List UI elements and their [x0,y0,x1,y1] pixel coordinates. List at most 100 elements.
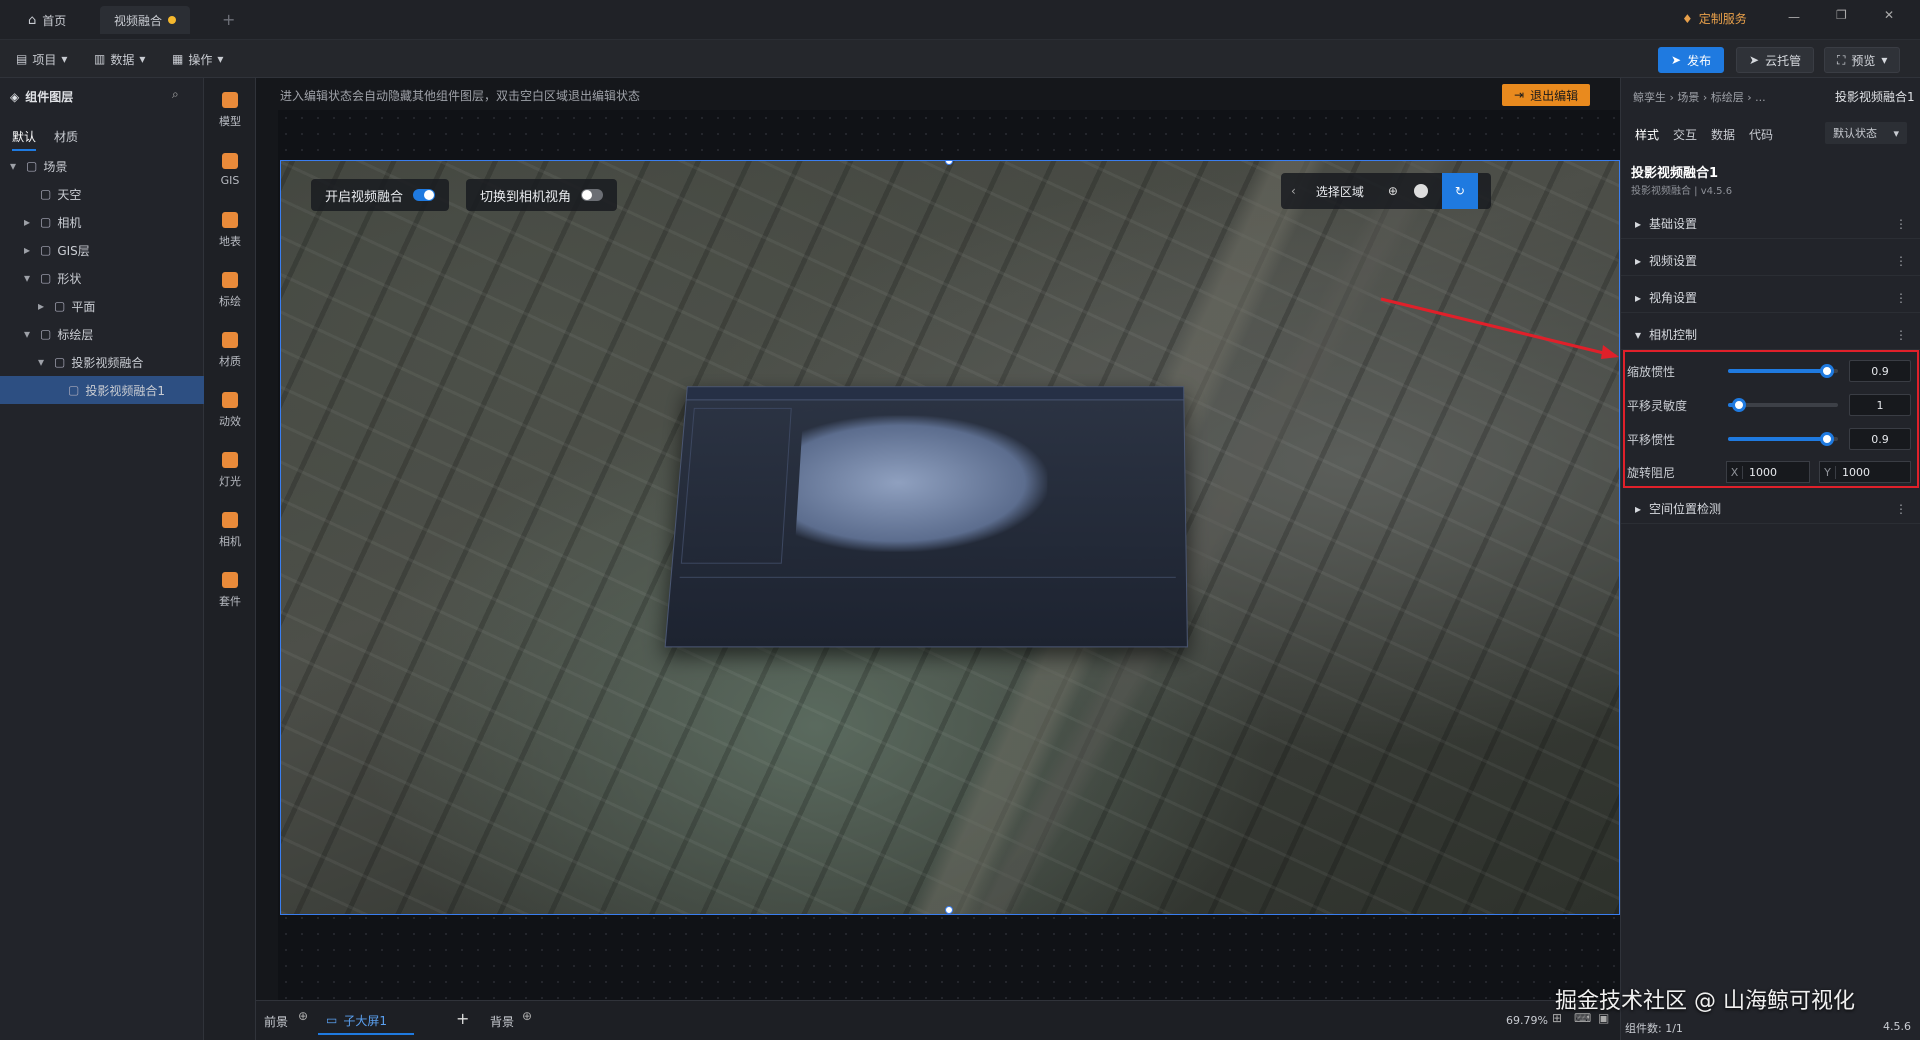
more-icon[interactable]: ⋮ [1895,254,1907,268]
more-icon[interactable]: ⋮ [1895,328,1907,342]
zoom-level: 69.79% [1506,1014,1548,1027]
component-category-2[interactable]: 地表 [204,200,256,260]
layer-tree-item[interactable]: ▾ ▢ 标绘层 [0,320,204,348]
expand-down-icon[interactable]: ▾ [10,159,20,173]
expand-right-icon[interactable]: ▸ [38,299,48,313]
rotate-damping-y-input[interactable]: Y 1000 [1819,461,1911,483]
component-category-8[interactable]: 套件 [204,560,256,620]
expand-down-icon[interactable]: ▾ [24,271,34,285]
section-camera-control[interactable]: ▾ 相机控制 ⋮ [1621,320,1920,350]
exit-edit-button[interactable]: ⇥ 退出编辑 [1502,84,1590,106]
cloud-host-button[interactable]: ➤ 云托管 [1736,47,1814,73]
section-spatial-detection[interactable]: ▸ 空间位置检测 ⋮ [1621,494,1920,524]
expand-right-icon[interactable]: ▸ [24,215,34,229]
close-icon[interactable]: ✕ [1884,8,1894,22]
component-category-0[interactable]: 模型 [204,80,256,140]
component-title: 投影视频融合1 [1631,162,1718,181]
chevron-down-icon: ▾ [217,52,223,66]
folder-icon: ▢ [40,187,51,201]
section-view[interactable]: ▸ 视角设置 ⋮ [1621,283,1920,313]
zoom-inertia-input[interactable]: 0.9 [1849,360,1911,382]
layer-tree-item[interactable]: ▾ ▢ 形状 [0,264,204,292]
layer-tree-item[interactable]: ▾ ▢ 场景 [0,152,204,180]
slider-knob[interactable] [1732,398,1746,412]
y-value: 1000 [1836,466,1870,479]
minimize-icon[interactable]: — [1788,10,1800,24]
screen-tab-active[interactable]: ▭ 子大屏1 [318,1007,414,1035]
folder-icon: ▢ [40,271,51,285]
category-icon [222,272,238,288]
tab-style[interactable]: 样式 [1635,126,1659,143]
preview-button[interactable]: ⛶ 预览 ▾ [1824,47,1900,73]
category-icon [222,153,238,169]
tab-interaction[interactable]: 交互 [1673,126,1697,143]
pan-sensitivity-slider[interactable] [1728,403,1838,407]
layer-tree-item[interactable]: ▸ ▢ 相机 [0,208,204,236]
section-spatial-detection-label: 空间位置检测 [1649,500,1721,517]
layer-tree-item[interactable]: ▸ ▢ GIS层 [0,236,204,264]
background-tab[interactable]: 背景 [490,1013,514,1030]
tab-default[interactable]: 默认 [12,128,36,151]
pan-inertia-input[interactable]: 0.9 [1849,428,1911,450]
version-label: 4.5.6 [1883,1020,1911,1033]
slider-knob[interactable] [1820,432,1834,446]
annotation-arrow [281,161,1620,915]
zoom-inertia-slider[interactable] [1728,369,1838,373]
category-label: 灯光 [219,473,241,489]
more-icon[interactable]: ⋮ [1895,291,1907,305]
category-icon [222,452,238,468]
project-menu[interactable]: ▤ 项目 ▾ [8,46,75,72]
tab-data[interactable]: 数据 [1711,126,1735,143]
component-category-5[interactable]: 动效 [204,380,256,440]
new-tab-plus-icon[interactable]: + [222,10,235,29]
component-category-3[interactable]: 标绘 [204,260,256,320]
layer-tree-item[interactable]: ▢ 天空 [0,180,204,208]
restore-icon[interactable]: ❐ [1836,8,1847,22]
section-video-label: 视频设置 [1649,252,1697,269]
layer-tree-item[interactable]: ▢ 投影视频融合1 [0,376,204,404]
pan-sensitivity-input[interactable]: 1 [1849,394,1911,416]
expand-right-icon[interactable]: ▸ [24,243,34,257]
expand-down-icon[interactable]: ▾ [38,355,48,369]
chevron-down-icon: ▾ [61,52,67,66]
add-circle-icon[interactable]: ⊕ [298,1009,308,1023]
component-category-7[interactable]: 相机 [204,500,256,560]
add-circle-icon[interactable]: ⊕ [522,1009,532,1023]
more-icon[interactable]: ⋮ [1895,502,1907,516]
layer-tree-item[interactable]: ▾ ▢ 投影视频融合 [0,348,204,376]
custom-service-button[interactable]: ♦ 定制服务 [1682,10,1747,27]
tab-document[interactable]: 视频融合 [100,6,190,34]
layer-tree-label: 标绘层 [57,326,93,343]
section-video[interactable]: ▸ 视频设置 ⋮ [1621,246,1920,276]
rotate-damping-x-input[interactable]: X 1000 [1726,461,1810,483]
component-category-4[interactable]: 材质 [204,320,256,380]
component-category-1[interactable]: GIS [204,140,256,200]
category-label: 地表 [219,233,241,249]
tab-home[interactable]: ⌂ 首页 [14,6,80,34]
component-icon-bar: 模型 GIS 地表标绘 材质 动效灯光相机 套件 [204,78,256,1040]
section-basic[interactable]: ▸ 基础设置 ⋮ [1621,209,1920,239]
folder-icon: ▢ [26,159,37,173]
publish-button[interactable]: ➤ 发布 [1658,47,1724,73]
fullscreen-icon: ⛶ [1837,53,1845,68]
more-icon[interactable]: ⋮ [1895,217,1907,231]
component-category-6[interactable]: 灯光 [204,440,256,500]
expand-down-icon[interactable]: ▾ [24,327,34,341]
tab-material[interactable]: 材质 [54,128,78,151]
data-menu[interactable]: ▥ 数据 ▾ [86,46,153,72]
chevron-right-icon: ▸ [1635,217,1641,231]
tab-code[interactable]: 代码 [1749,126,1773,143]
state-select[interactable]: 默认状态 ▾ [1825,122,1907,144]
layer-tree: ▾ ▢ 场景 ▢ 天空 ▸ ▢ 相机 ▸ ▢ GIS层 ▾ ▢ 形状 ▸ ▢ 平面 ▾ ▢ 标绘层 ▾ ▢ 投影视频融合 ▢ 投… [0,152,204,552]
add-screen-icon[interactable]: + [456,1009,469,1028]
3d-scene-viewport[interactable]: 开启视频融合 切换到相机视角 ‹ 选择区域 ⊕ ↻ [280,160,1620,915]
search-icon[interactable]: ⌕ [172,87,179,102]
layer-tree-item[interactable]: ▸ ▢ 平面 [0,292,204,320]
tab-home-label: 首页 [42,12,66,29]
foreground-tab[interactable]: 前景 [264,1013,288,1030]
pan-inertia-slider[interactable] [1728,437,1838,441]
ops-menu[interactable]: ▦ 操作 ▾ [164,46,231,72]
breadcrumb[interactable]: 鲸孪生 › 场景 › 标绘层 › ... [1633,89,1766,105]
layer-tree-label: 形状 [57,270,81,287]
slider-knob[interactable] [1820,364,1834,378]
